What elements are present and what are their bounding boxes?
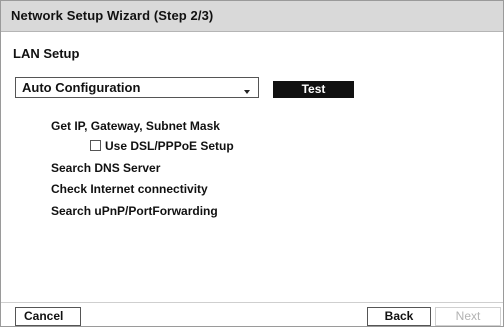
title-bar: Network Setup Wizard (Step 2/3) (1, 1, 503, 32)
footer-divider (1, 302, 503, 303)
configuration-dropdown-value: Auto Configuration (22, 80, 141, 95)
window-title: Network Setup Wizard (Step 2/3) (11, 8, 214, 23)
configuration-dropdown[interactable]: Auto Configuration (15, 77, 259, 98)
dropdown-arrow-icon (244, 90, 250, 94)
step-search-upnp: Search uPnP/PortForwarding (51, 204, 218, 218)
back-button[interactable]: Back (367, 307, 431, 326)
step-get-ip: Get IP, Gateway, Subnet Mask (51, 119, 220, 133)
test-button[interactable]: Test (273, 81, 354, 98)
section-label-lan-setup: LAN Setup (13, 46, 80, 61)
cancel-button[interactable]: Cancel (15, 307, 81, 326)
use-dsl-pppoe-label[interactable]: Use DSL/PPPoE Setup (105, 139, 234, 153)
next-button[interactable]: Next (435, 307, 501, 326)
use-dsl-pppoe-checkbox[interactable] (90, 140, 101, 151)
network-setup-wizard-dialog: Network Setup Wizard (Step 2/3) LAN Setu… (0, 0, 504, 327)
step-check-internet: Check Internet connectivity (51, 182, 208, 196)
step-search-dns: Search DNS Server (51, 161, 161, 175)
